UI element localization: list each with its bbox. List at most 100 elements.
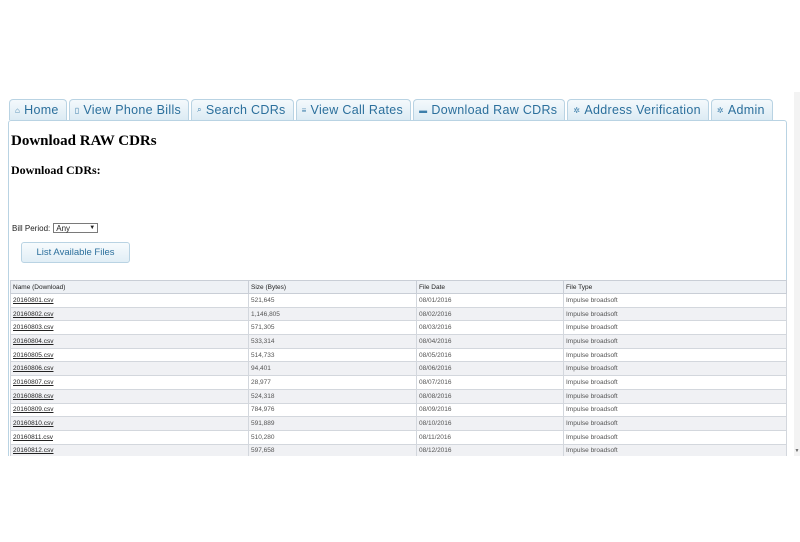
vertical-scrollbar[interactable]: ▼ <box>794 92 800 456</box>
column-header-name[interactable]: Name (Download) <box>10 280 249 294</box>
tab-address-verification[interactable]: ✲ Address Verification <box>567 99 709 120</box>
file-date: 08/02/2016 <box>416 306 564 322</box>
tab-label: View Call Rates <box>310 103 404 117</box>
file-type: Impulse broadsoft <box>563 361 787 377</box>
file-name-link[interactable]: 20160801.csv <box>10 293 249 308</box>
file-size: 94,401 <box>248 361 417 377</box>
app-window: ⌂ Home ▯ View Phone Bills ⌕ Search CDRs ≡ Vi… <box>0 92 800 456</box>
file-name-link[interactable]: 20160809.csv <box>10 402 249 418</box>
table-row: 20160805.csv 514,733 08/05/2016 Impulse bro… <box>10 347 787 363</box>
gear-icon: ✲ <box>573 105 581 115</box>
file-type: Impulse broadsoft <box>563 293 787 308</box>
table-row: 20160808.csv 524,318 08/08/2016 Impulse bro… <box>10 388 787 404</box>
file-type: Impulse broadsoft <box>563 347 787 363</box>
file-date: 08/07/2016 <box>416 375 564 390</box>
file-size: 597,658 <box>248 443 417 456</box>
table-row: 20160801.csv 521,645 08/01/2016 Impulse bro… <box>10 293 787 308</box>
column-header-date[interactable]: File Date <box>416 280 564 294</box>
file-size: 514,733 <box>248 347 417 363</box>
folder-icon: ▬ <box>419 105 428 115</box>
file-date: 08/06/2016 <box>416 361 564 377</box>
search-icon: ⌕ <box>197 105 202 114</box>
bill-period-label: Bill Period: <box>12 223 51 233</box>
tab-label: View Phone Bills <box>83 103 182 117</box>
content-panel: Download RAW CDRs Download CDRs: Bill Pe… <box>8 120 787 456</box>
section-subtitle: Download CDRs: <box>11 163 101 177</box>
file-date: 08/03/2016 <box>416 320 564 336</box>
table-header-row: Name (Download) Size (Bytes) File Date F… <box>10 280 787 294</box>
file-date: 08/08/2016 <box>416 388 564 404</box>
file-date: 08/11/2016 <box>416 429 564 445</box>
tab-label: Download Raw CDRs <box>431 103 558 117</box>
file-type: Impulse broadsoft <box>563 306 787 322</box>
scroll-down-icon[interactable]: ▼ <box>794 448 800 454</box>
file-size: 524,318 <box>248 388 417 404</box>
tab-admin[interactable]: ✲ Admin <box>710 99 773 120</box>
document-icon: ▯ <box>74 105 80 115</box>
file-name-link[interactable]: 20160805.csv <box>10 347 249 363</box>
file-type: Impulse broadsoft <box>563 388 787 404</box>
file-type: Impulse broadsoft <box>563 429 787 445</box>
table-row: 20160810.csv 591,889 08/10/2016 Impulse bro… <box>10 416 787 431</box>
bill-period-select[interactable]: Any ▼ <box>53 223 99 233</box>
file-name-link[interactable]: 20160807.csv <box>10 375 249 390</box>
file-name-link[interactable]: 20160810.csv <box>10 416 249 431</box>
bill-period-row: Bill Period: Any ▼ <box>12 223 99 233</box>
tab-download-raw-cdrs[interactable]: ▬ Download Raw CDRs <box>413 99 566 120</box>
file-name-link[interactable]: 20160806.csv <box>10 361 249 377</box>
file-type: Impulse broadsoft <box>563 334 787 349</box>
file-date: 08/10/2016 <box>416 416 564 431</box>
chevron-down-icon: ▼ <box>89 225 96 231</box>
file-name-link[interactable]: 20160812.csv <box>10 443 249 456</box>
file-name-link[interactable]: 20160802.csv <box>10 306 249 322</box>
file-size: 784,976 <box>248 402 417 418</box>
file-type: Impulse broadsoft <box>563 416 787 431</box>
file-size: 1,146,805 <box>248 306 417 322</box>
file-type: Impulse broadsoft <box>563 375 787 390</box>
tab-view-call-rates[interactable]: ≡ View Call Rates <box>295 99 412 120</box>
page-title: Download RAW CDRs <box>11 133 157 149</box>
file-size: 591,889 <box>248 416 417 431</box>
column-header-size[interactable]: Size (Bytes) <box>248 280 417 294</box>
file-type: Impulse broadsoft <box>563 320 787 336</box>
table-row: 20160807.csv 28,977 08/07/2016 Impulse broa… <box>10 375 787 390</box>
file-type: Impulse broadsoft <box>563 402 787 418</box>
tab-label: Search CDRs <box>205 103 286 117</box>
tab-label: Admin <box>727 103 765 117</box>
file-date: 08/04/2016 <box>416 334 564 349</box>
tab-view-phone-bills[interactable]: ▯ View Phone Bills <box>68 99 190 120</box>
main-nav: ⌂ Home ▯ View Phone Bills ⌕ Search CDRs ≡ Vi… <box>9 99 773 121</box>
tab-label: Address Verification <box>584 103 701 117</box>
table-row: 20160806.csv 94,401 08/06/2016 Impulse broa… <box>10 361 787 377</box>
file-name-link[interactable]: 20160811.csv <box>10 429 249 445</box>
file-name-link[interactable]: 20160804.csv <box>10 334 249 349</box>
file-date: 08/01/2016 <box>416 293 564 308</box>
table-row: 20160812.csv 597,658 08/12/2016 Impulse bro… <box>10 443 787 456</box>
files-table: Name (Download) Size (Bytes) File Date F… <box>10 280 787 456</box>
table-row: 20160803.csv 571,305 08/03/2016 Impulse bro… <box>10 320 787 336</box>
file-size: 571,305 <box>248 320 417 336</box>
table-row: 20160811.csv 510,280 08/11/2016 Impulse bro… <box>10 429 787 445</box>
file-name-link[interactable]: 20160808.csv <box>10 388 249 404</box>
file-date: 08/09/2016 <box>416 402 564 418</box>
table-row: 20160804.csv 533,314 08/04/2016 Impulse bro… <box>10 334 787 349</box>
file-date: 08/12/2016 <box>416 443 564 456</box>
table-row: 20160802.csv 1,146,805 08/02/2016 Impulse b… <box>10 306 787 322</box>
home-icon: ⌂ <box>15 105 21 115</box>
file-size: 28,977 <box>248 375 417 390</box>
bill-period-value: Any <box>56 223 71 233</box>
file-size: 533,314 <box>248 334 417 349</box>
tab-home[interactable]: ⌂ Home <box>9 99 67 120</box>
gear-icon: ✲ <box>716 105 724 115</box>
table-row: 20160809.csv 784,976 08/09/2016 Impulse bro… <box>10 402 787 418</box>
file-type: Impulse broadsoft <box>563 443 787 456</box>
column-header-type[interactable]: File Type <box>563 280 787 294</box>
tab-label: Home <box>24 103 59 117</box>
file-name-link[interactable]: 20160803.csv <box>10 320 249 336</box>
file-size: 521,645 <box>248 293 417 308</box>
file-date: 08/05/2016 <box>416 347 564 363</box>
list-available-files-button[interactable]: List Available Files <box>21 242 130 263</box>
tab-search-cdrs[interactable]: ⌕ Search CDRs <box>191 99 294 120</box>
file-size: 510,280 <box>248 429 417 445</box>
list-icon: ≡ <box>301 105 307 115</box>
